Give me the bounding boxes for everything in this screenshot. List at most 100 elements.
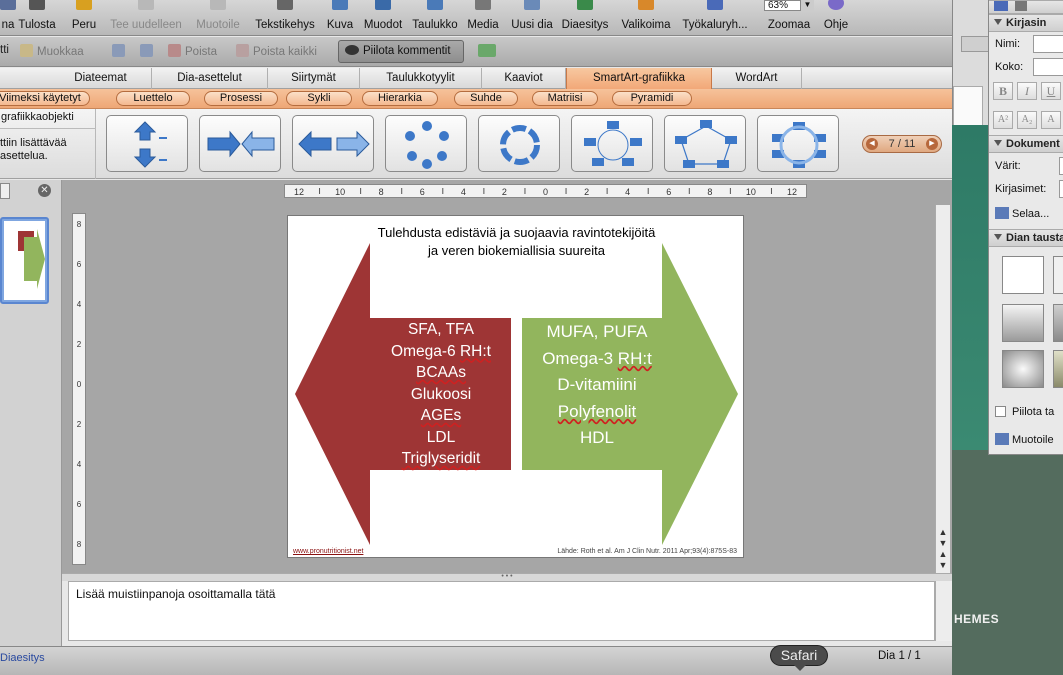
ribbon-tabs: Diateemat Dia-asettelut Siirtymät Tauluk… — [0, 68, 952, 89]
notes-scrollbar[interactable] — [935, 581, 952, 641]
close-pane-icon[interactable]: ✕ — [38, 184, 51, 197]
undo-button[interactable]: Peru — [68, 0, 100, 36]
layout-thumb-box-cycle[interactable] — [757, 115, 839, 172]
print-button[interactable]: Tulosta — [14, 0, 60, 36]
toolbox-button[interactable]: Työkaluryh... — [678, 0, 752, 36]
superscript-button[interactable]: A² — [993, 111, 1013, 129]
ruler-tick-label: 8 — [77, 540, 82, 549]
category-process[interactable]: Prosessi — [204, 91, 278, 106]
palette-section-slide-background[interactable]: Dian tausta — [989, 229, 1063, 247]
gallery-button[interactable]: Valikoima — [618, 0, 674, 36]
background-window-panel — [953, 86, 983, 126]
ruler-tick-label: 8 — [707, 187, 712, 197]
layout-thumb-converging-arrows[interactable] — [199, 115, 281, 172]
subscript-button[interactable]: A₂ — [1017, 111, 1037, 129]
theme-fonts-dropdown[interactable] — [1059, 180, 1063, 198]
background-swatch-gradient[interactable] — [1002, 304, 1044, 342]
font-size-input[interactable] — [1033, 58, 1063, 76]
table-button[interactable]: Taulukko — [410, 0, 460, 36]
tab-transitions[interactable]: Siirtymät — [268, 68, 360, 89]
background-swatch-gradient-dark[interactable] — [1053, 304, 1063, 342]
send-comment-button[interactable] — [478, 44, 500, 60]
left-item: BCAAs — [416, 364, 466, 381]
font-name-input[interactable] — [1033, 35, 1063, 53]
powerpoint-window: na Tulosta Peru Tee uudelleen Muotoile T… — [0, 0, 952, 675]
text-fragment: Omega-3 — [542, 348, 618, 368]
page-navigation-icon[interactable]: ▲ ▼ ▲ ▼ — [937, 527, 949, 570]
font-size-adjust-button[interactable]: A — [1041, 111, 1061, 129]
next-comment-button[interactable] — [140, 44, 157, 60]
theme-colors-dropdown[interactable] — [1059, 157, 1063, 175]
format-painter-button[interactable]: Muotoile — [192, 0, 244, 36]
palette-section-document-theme[interactable]: Dokument — [989, 135, 1063, 153]
slideshow-button[interactable]: Diaesitys — [560, 0, 610, 36]
right-arrow-text[interactable]: MUFA, PUFA Omega-3 RH:t D-vitamiini Poly… — [522, 319, 672, 452]
delete-all-comments-button[interactable]: Poista kaikki — [236, 44, 317, 60]
shapes-button[interactable]: Muodot — [360, 0, 406, 36]
comments-item-cut[interactable]: tti — [0, 44, 9, 60]
background-swatch-radial[interactable] — [1002, 350, 1044, 388]
send-icon — [478, 44, 496, 57]
layout-thumb-diverging-arrows[interactable] — [292, 115, 374, 172]
vertical-scrollbar[interactable]: ▲ ▼ ▲ ▼ — [935, 205, 950, 573]
background-swatch-light[interactable] — [1053, 256, 1063, 294]
tab-charts[interactable]: Kaaviot — [482, 68, 566, 89]
redo-button[interactable]: Tee uudelleen — [106, 0, 186, 36]
tab-wordart[interactable]: WordArt — [712, 68, 802, 89]
slide-counter: Dia 1 / 1 — [878, 650, 921, 662]
gallery-previous-icon[interactable]: ◀ — [866, 138, 878, 150]
bold-button[interactable]: B — [993, 82, 1013, 100]
notes-resize-handle[interactable]: • • • — [62, 573, 952, 581]
ruler-tick-label: 6 — [420, 187, 425, 197]
background-swatch-olive[interactable] — [1053, 350, 1063, 388]
format-painter-icon — [210, 0, 226, 10]
ruler-tick-label: 10 — [335, 187, 345, 197]
layout-thumb-up-down-arrows[interactable] — [106, 115, 188, 172]
background-swatch-white[interactable] — [1002, 256, 1044, 294]
notes-field[interactable]: Lisää muistiinpanoja osoittamalla tätä — [68, 581, 935, 641]
text-style-icon[interactable] — [994, 1, 1008, 11]
thumbnail-view-tab[interactable] — [0, 183, 10, 199]
media-button[interactable]: Media — [464, 0, 502, 36]
slide-footer-url[interactable]: www.pronutritionist.net — [293, 548, 363, 555]
tab-slide-layouts[interactable]: Dia-asettelut — [152, 68, 268, 89]
zoom-dropdown-icon[interactable]: ▼ — [800, 0, 814, 11]
underline-button[interactable]: U — [1041, 82, 1061, 100]
tab-smartart[interactable]: SmartArt-grafiikka — [566, 68, 712, 89]
layout-pentagon-cycle-icon — [675, 120, 737, 168]
edit-comment-button[interactable]: Muokkaa — [20, 44, 84, 60]
category-relationship[interactable]: Suhde — [454, 91, 518, 106]
format-background-button[interactable]: Muotoile — [995, 433, 1054, 446]
layout-thumb-cycle-plus[interactable] — [385, 115, 467, 172]
add-object-icon[interactable] — [1015, 1, 1028, 11]
category-list[interactable]: Luettelo — [116, 91, 190, 106]
layout-thumb-cycle-boxes[interactable] — [571, 115, 653, 172]
help-button[interactable]: Ohje — [820, 0, 852, 36]
category-pyramid[interactable]: Pyramidi — [612, 91, 692, 106]
layout-thumb-cycle-arrows[interactable] — [478, 115, 560, 172]
category-matrix[interactable]: Matriisi — [532, 91, 598, 106]
category-hierarchy[interactable]: Hierarkia — [362, 91, 438, 106]
left-arrow-text[interactable]: SFA, TFA Omega-6 RH:t BCAAs Glukoosi AGE… — [370, 319, 512, 470]
delete-comment-button[interactable]: Poista — [168, 44, 217, 60]
layout-thumb-pentagon-cycle[interactable] — [664, 115, 746, 172]
new-slide-button[interactable]: Uusi dia — [508, 0, 556, 36]
slide-thumbnail-1[interactable] — [0, 217, 49, 304]
hide-background-checkbox[interactable]: Piilota ta — [995, 406, 1054, 418]
category-cycle[interactable]: Sykli — [286, 91, 352, 106]
hide-comments-button[interactable]: Piilota kommentit — [338, 40, 464, 63]
previous-comment-button[interactable] — [112, 44, 129, 60]
slide-canvas[interactable]: Tulehdusta edistäviä ja suojaavia ravint… — [287, 215, 744, 558]
text-box-button[interactable]: Tekstikehys — [252, 0, 318, 36]
ruler-tick-label: 0 — [543, 187, 548, 197]
view-label[interactable]: Diaesitys — [0, 652, 45, 664]
palette-section-font[interactable]: Kirjasin — [989, 14, 1063, 32]
tab-table-styles[interactable]: Taulukkotyylit — [360, 68, 482, 89]
gallery-next-icon[interactable]: ▶ — [926, 138, 938, 150]
italic-button[interactable]: I — [1017, 82, 1037, 100]
left-item: Omega-6 RH:t — [370, 341, 512, 363]
picture-button[interactable]: Kuva — [324, 0, 356, 36]
browse-themes-button[interactable]: Selaa... — [995, 207, 1049, 220]
category-recent[interactable]: Viimeksi käytetyt — [0, 91, 90, 106]
tab-slide-themes[interactable]: Diateemat — [50, 68, 152, 89]
